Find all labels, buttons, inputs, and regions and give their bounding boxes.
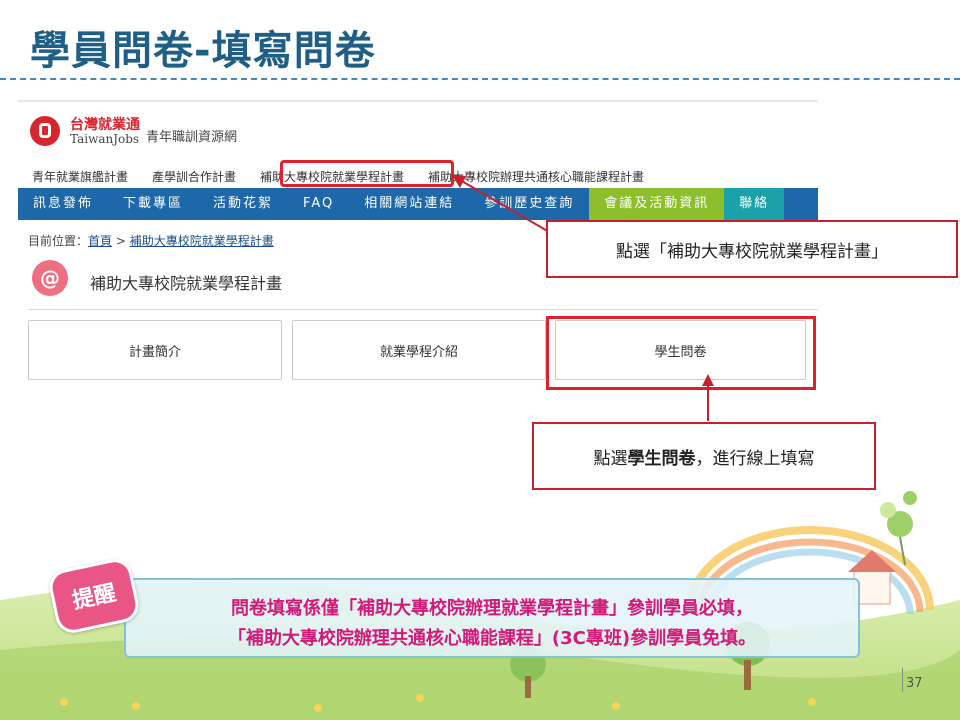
- breadcrumb-current-link[interactable]: 補助大專校院就業學程計畫: [130, 234, 274, 248]
- reminder-line-2: 「補助大專校院辦理共通核心職能課程」(3C專班)參訓學員免填。: [227, 628, 757, 649]
- site-name: 青年職訓資源網: [146, 130, 238, 145]
- reminder-banner: 問卷填寫係僅「補助大專校院辦理就業學程計畫」參訓學員必填， 「補助大專校院辦理共…: [124, 578, 860, 658]
- nav-training-history[interactable]: 參訓歷史查詢: [469, 188, 589, 220]
- logo-subtitle: TaiwanJobs: [70, 132, 140, 146]
- reminder-badge-text: 提醒: [70, 580, 119, 615]
- nav-activities[interactable]: 活動花絮: [198, 188, 288, 220]
- breadcrumb-home-link[interactable]: 首頁: [88, 234, 112, 248]
- nav-faq[interactable]: FAQ: [288, 188, 349, 220]
- nav-contact[interactable]: 聯絡: [724, 188, 785, 220]
- card-label: 計畫簡介: [128, 344, 181, 360]
- taiwanjobs-logo-icon: [30, 116, 60, 146]
- main-navigation: 訊息發佈 下載專區 活動花絮 FAQ 相關網站連結 參訓歷史查詢 會議及活動資訊…: [18, 188, 818, 220]
- breadcrumb: 目前位置：首頁 > 補助大專校院就業學程計畫: [28, 232, 274, 249]
- subnav-item-core-competency[interactable]: 補助大專校院辦理共通核心職能課程計畫: [428, 168, 644, 185]
- callout-bold: 學生問卷: [627, 448, 696, 469]
- reminder-line-1: 問卷填寫係僅「補助大專校院辦理就業學程計畫」參訓學員必填，: [231, 598, 753, 619]
- callout-prefix: 點選: [593, 448, 628, 469]
- callout-select-program: 點選「補助大專校院就業學程計畫」: [546, 220, 958, 278]
- card-program-intro[interactable]: 就業學程介紹: [292, 320, 546, 380]
- callout-select-survey: 點選 學生問卷 ，進行線上填寫: [532, 422, 876, 490]
- title-divider: [0, 78, 960, 80]
- subnav-item-youth-flagship[interactable]: 青年就業旗艦計畫: [32, 168, 128, 185]
- section-divider: [28, 309, 818, 310]
- nav-related-links[interactable]: 相關網站連結: [349, 188, 469, 220]
- section-at-icon: @: [32, 260, 68, 296]
- breadcrumb-prefix: 目前位置：: [28, 234, 89, 248]
- card-label: 就業學程介紹: [379, 344, 458, 360]
- nav-meetings-events[interactable]: 會議及活動資訊: [589, 188, 725, 220]
- student-survey-highlight: [546, 316, 816, 390]
- subnav-item-industry-academia[interactable]: 產學訓合作計畫: [152, 168, 236, 185]
- nav-news[interactable]: 訊息發佈: [18, 188, 108, 220]
- section-title: 補助大專校院就業學程計畫: [90, 274, 283, 293]
- page-number: 37: [906, 676, 923, 691]
- logo-name: 台灣就業通: [70, 117, 140, 133]
- callout-suffix: ，進行線上填寫: [695, 448, 815, 469]
- card-plan-intro[interactable]: 計畫簡介: [28, 320, 282, 380]
- employment-program-highlight: [280, 160, 454, 187]
- page-number-divider: [902, 668, 903, 692]
- slide-title: 學員問卷-填寫問卷: [30, 28, 376, 74]
- callout-text: 點選「補助大專校院就業學程計畫」: [616, 241, 888, 262]
- breadcrumb-separator: >: [112, 234, 130, 248]
- nav-downloads[interactable]: 下載專區: [108, 188, 198, 220]
